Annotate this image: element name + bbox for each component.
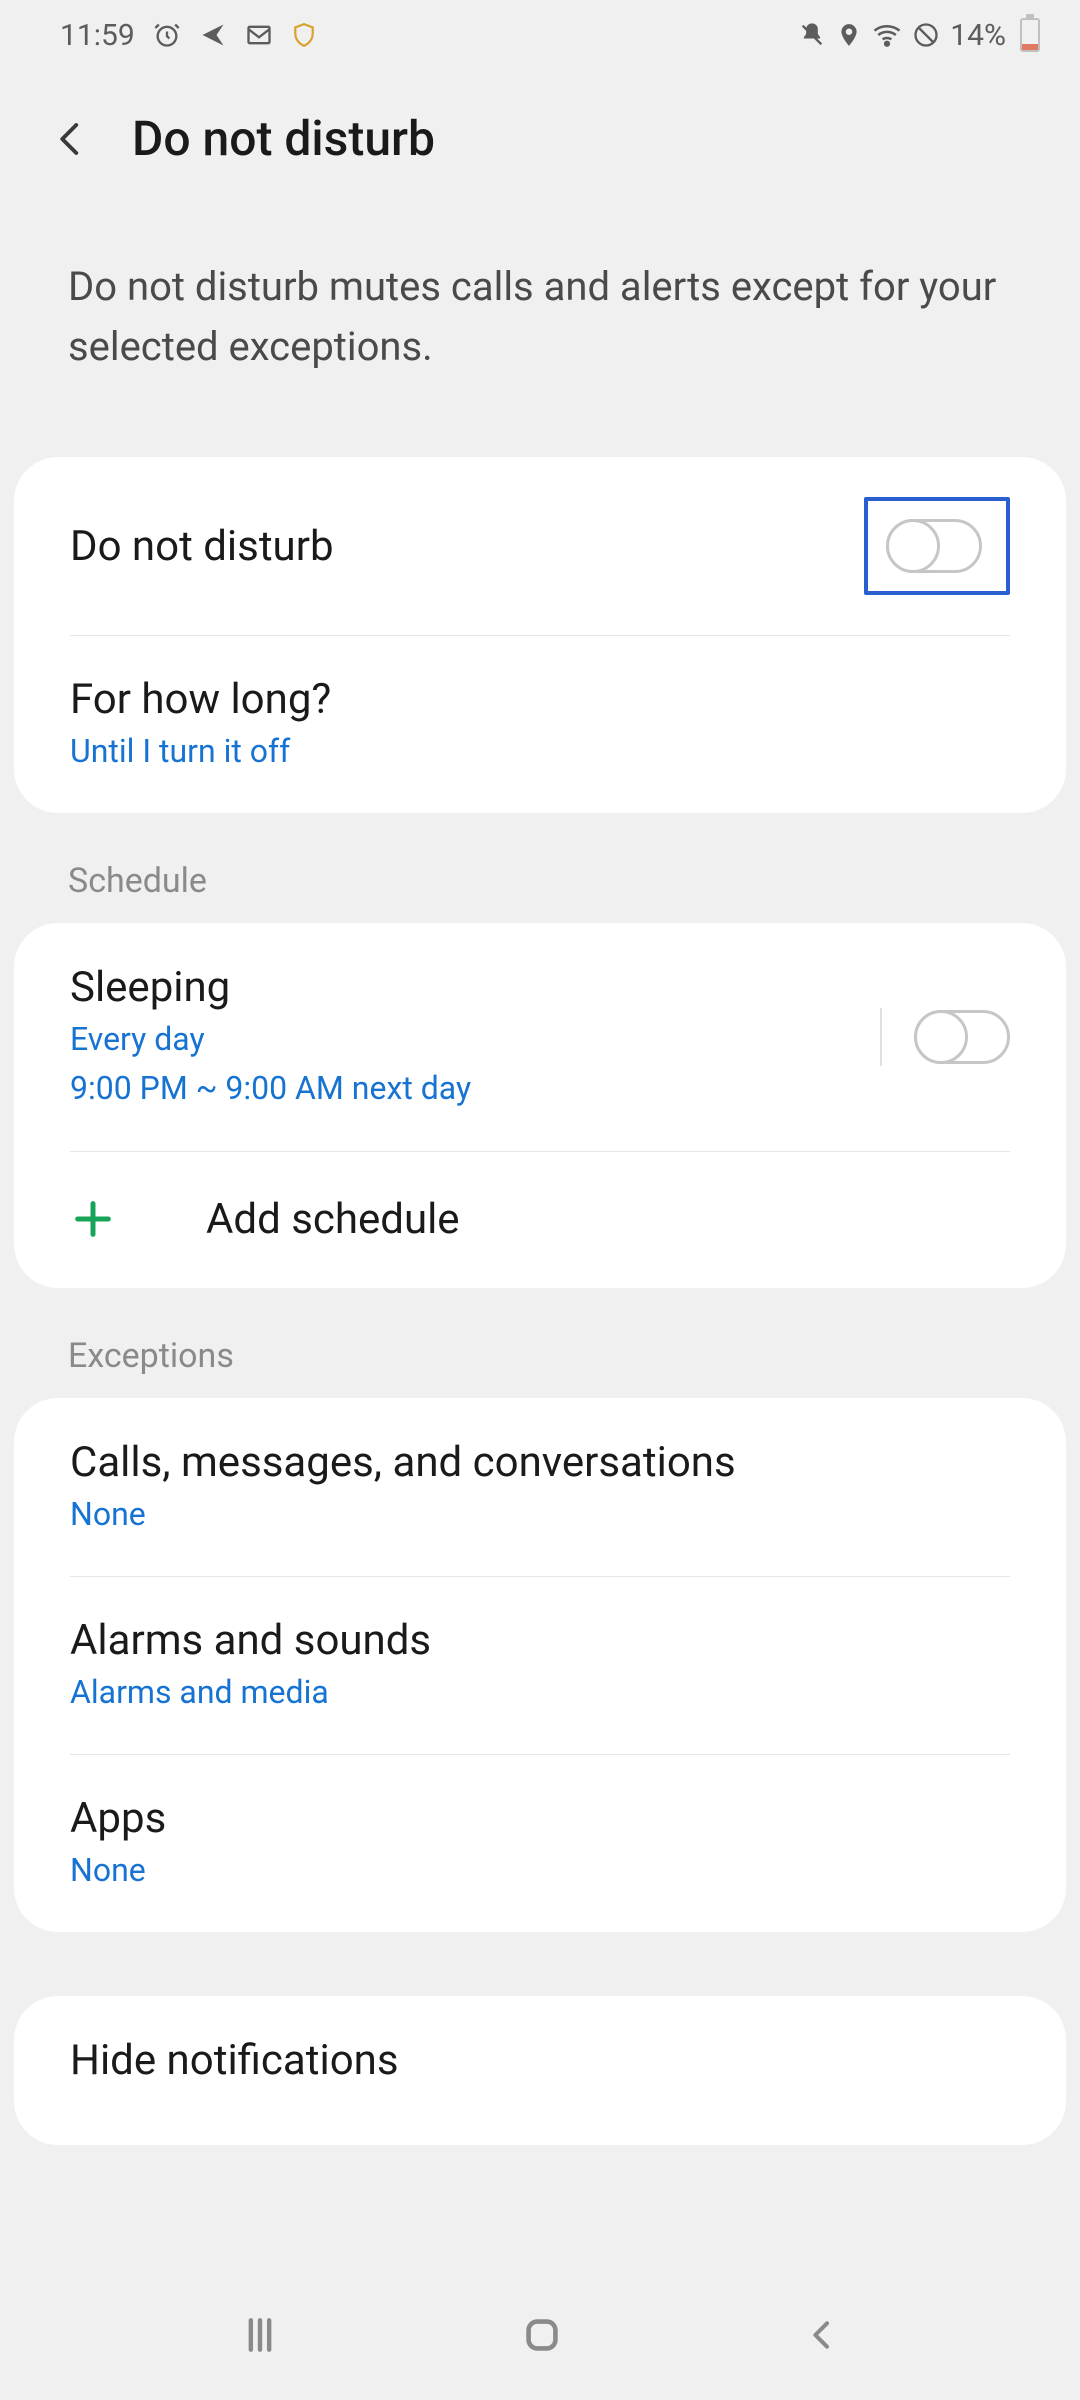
alarms-value: Alarms and media: [70, 1671, 1010, 1714]
duration-label: For how long?: [70, 675, 1010, 724]
card-main: Do not disturb For how long? Until I tur…: [14, 457, 1066, 813]
row-sleeping[interactable]: Sleeping Every day 9:00 PM ~ 9:00 AM nex…: [14, 923, 1066, 1150]
status-right: 14%: [798, 18, 1040, 53]
hide-notifications-title: Hide notifications: [70, 2036, 1010, 2085]
row-apps[interactable]: Apps None: [14, 1754, 1066, 1932]
no-data-icon: [912, 21, 940, 49]
page-description: Do not disturb mutes calls and alerts ex…: [0, 197, 1080, 457]
calls-title: Calls, messages, and conversations: [70, 1438, 1010, 1487]
sleeping-sub1: Every day: [70, 1018, 880, 1061]
section-header-schedule: Schedule: [0, 813, 1080, 923]
navigation-bar: [0, 2270, 1080, 2400]
nav-recents[interactable]: [238, 2313, 282, 2357]
send-icon: [199, 21, 227, 49]
dnd-toggle[interactable]: [886, 519, 982, 573]
battery-icon: [1020, 18, 1040, 52]
apps-title: Apps: [70, 1794, 1010, 1843]
mute-icon: [798, 21, 826, 49]
apps-value: None: [70, 1849, 1010, 1892]
vertical-separator: [880, 1008, 882, 1066]
row-duration[interactable]: For how long? Until I turn it off: [14, 635, 1066, 813]
location-icon: [836, 22, 862, 48]
status-left: 11:59: [60, 18, 317, 53]
toggle-thumb: [886, 519, 940, 573]
duration-value: Until I turn it off: [70, 730, 1010, 773]
dnd-toggle-focus: [864, 497, 1010, 595]
sleeping-sub2: 9:00 PM ~ 9:00 AM next day: [70, 1067, 880, 1110]
alarm-icon: [153, 21, 181, 49]
row-dnd-toggle[interactable]: Do not disturb: [14, 457, 1066, 635]
sleeping-title: Sleeping: [70, 963, 880, 1012]
card-schedule: Sleeping Every day 9:00 PM ~ 9:00 AM nex…: [14, 923, 1066, 1287]
add-schedule-label: Add schedule: [206, 1195, 460, 1244]
row-calls[interactable]: Calls, messages, and conversations None: [14, 1398, 1066, 1576]
gmail-icon: [245, 21, 273, 49]
wifi-icon: [872, 20, 902, 50]
calls-value: None: [70, 1493, 1010, 1536]
status-bar: 11:59 14%: [0, 0, 1080, 70]
row-alarms[interactable]: Alarms and sounds Alarms and media: [14, 1576, 1066, 1754]
row-add-schedule[interactable]: Add schedule: [14, 1151, 1066, 1288]
app-bar: Do not disturb: [0, 70, 1080, 197]
status-time: 11:59: [60, 18, 135, 53]
card-hide-notifications: Hide notifications: [14, 1996, 1066, 2145]
card-exceptions: Calls, messages, and conversations None …: [14, 1398, 1066, 1933]
back-button[interactable]: [50, 118, 92, 160]
battery-text: 14%: [950, 18, 1006, 53]
dnd-toggle-label: Do not disturb: [70, 522, 864, 571]
toggle-thumb: [914, 1010, 968, 1064]
sleeping-toggle-group: [880, 1008, 1010, 1066]
alarms-title: Alarms and sounds: [70, 1616, 1010, 1665]
nav-home[interactable]: [519, 2312, 565, 2358]
section-header-exceptions: Exceptions: [0, 1288, 1080, 1398]
page-title: Do not disturb: [132, 110, 435, 167]
plus-icon: [70, 1196, 116, 1242]
row-hide-notifications[interactable]: Hide notifications: [14, 1996, 1066, 2145]
shield-icon: [291, 22, 317, 48]
nav-back[interactable]: [802, 2315, 842, 2355]
sleeping-toggle[interactable]: [914, 1010, 1010, 1064]
